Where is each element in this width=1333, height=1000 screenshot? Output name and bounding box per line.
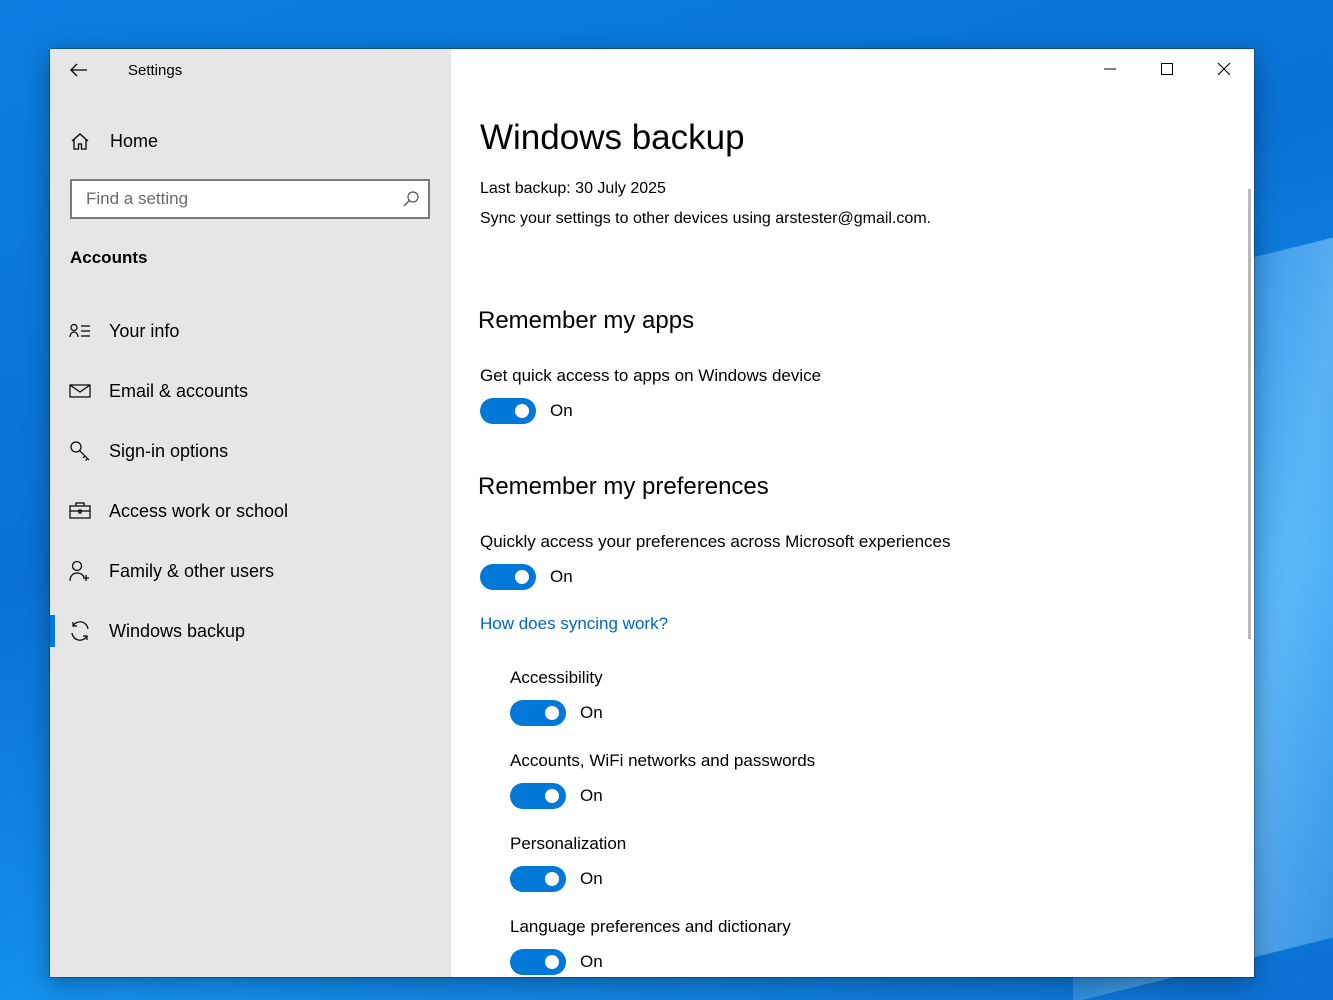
sidebar-item-family-other-users[interactable]: Family & other users [50, 551, 451, 591]
language-dictionary-toggle[interactable] [510, 949, 566, 975]
toggle-knob [545, 789, 559, 803]
sidebar-item-access-work-school[interactable]: Access work or school [50, 491, 451, 531]
search-input[interactable] [72, 181, 372, 217]
how-syncing-works-link[interactable]: How does syncing work? [480, 614, 668, 634]
sidebar-item-email-accounts[interactable]: Email & accounts [50, 371, 451, 411]
personalization-label: Personalization [510, 834, 627, 853]
toggle-state-label: On [580, 869, 603, 888]
remember-preferences-heading: Remember my preferences [478, 473, 769, 500]
maximize-icon [1160, 63, 1173, 75]
sync-account-text: Sync your settings to other devices usin… [480, 210, 932, 227]
mail-icon [68, 379, 92, 403]
briefcase-icon [68, 499, 92, 523]
search-icon[interactable] [402, 190, 420, 208]
selection-indicator [50, 615, 55, 647]
back-button[interactable] [64, 55, 94, 85]
remember-preferences-toggle[interactable] [480, 564, 536, 590]
maximize-button[interactable] [1138, 49, 1195, 89]
accessibility-label: Accessibility [510, 668, 603, 687]
home-icon [68, 129, 92, 153]
settings-window: Settings Home Accounts [50, 49, 1254, 977]
toggle-state-label: On [580, 703, 603, 722]
sidebar-item-label: Your info [109, 321, 180, 341]
toggle-knob [545, 872, 559, 886]
remember-preferences-description: Quickly access your preferences across M… [480, 532, 951, 551]
sidebar-item-label: Access work or school [109, 501, 289, 521]
search-box[interactable] [70, 179, 430, 219]
key-icon [68, 439, 92, 463]
close-icon [1217, 62, 1230, 76]
sidebar-item-label: Windows backup [109, 621, 246, 641]
sidebar: Settings Home Accounts [50, 49, 451, 977]
language-dictionary-label: Language preferences and dictionary [510, 917, 791, 936]
scrollbar[interactable] [1248, 189, 1251, 639]
toggle-state-label: On [580, 786, 603, 805]
remember-apps-toggle[interactable] [480, 398, 536, 424]
toggle-state-label: On [550, 401, 573, 420]
title-bar: Settings [50, 49, 451, 91]
person-details-icon [68, 319, 92, 343]
remember-apps-heading: Remember my apps [478, 307, 695, 334]
sidebar-item-label: Email & accounts [109, 381, 249, 401]
accounts-wifi-passwords-toggle[interactable] [510, 783, 566, 809]
sidebar-item-label: Sign-in options [109, 441, 229, 461]
sidebar-item-label: Family & other users [109, 561, 275, 581]
sidebar-item-sign-in-options[interactable]: Sign-in options [50, 431, 451, 471]
accessibility-toggle[interactable] [510, 700, 566, 726]
personalization-toggle[interactable] [510, 866, 566, 892]
toggle-state-label: On [580, 952, 603, 971]
minimize-button[interactable] [1081, 49, 1138, 89]
home-nav-item[interactable]: Home [50, 126, 451, 156]
toggle-state-label: On [550, 567, 573, 586]
remember-apps-description: Get quick access to apps on Windows devi… [480, 366, 822, 385]
app-title: Settings [128, 62, 183, 79]
add-person-icon [68, 559, 92, 583]
section-title: Accounts [70, 248, 148, 267]
toggle-knob [515, 404, 529, 418]
toggle-knob [545, 955, 559, 969]
minimize-icon [1103, 68, 1116, 70]
sidebar-item-windows-backup[interactable]: Windows backup [50, 611, 451, 651]
page-title: Windows backup [480, 118, 745, 157]
toggle-knob [545, 706, 559, 720]
sync-icon [68, 619, 92, 643]
content-pane: Windows backup Last backup: 30 July 2025… [451, 49, 1254, 977]
accounts-wifi-passwords-label: Accounts, WiFi networks and passwords [510, 751, 816, 770]
close-button[interactable] [1195, 49, 1252, 89]
sidebar-item-your-info[interactable]: Your info [50, 311, 451, 351]
home-label: Home [110, 131, 159, 151]
toggle-knob [515, 570, 529, 584]
last-backup-text: Last backup: 30 July 2025 [480, 180, 666, 197]
back-arrow-icon [70, 63, 87, 77]
